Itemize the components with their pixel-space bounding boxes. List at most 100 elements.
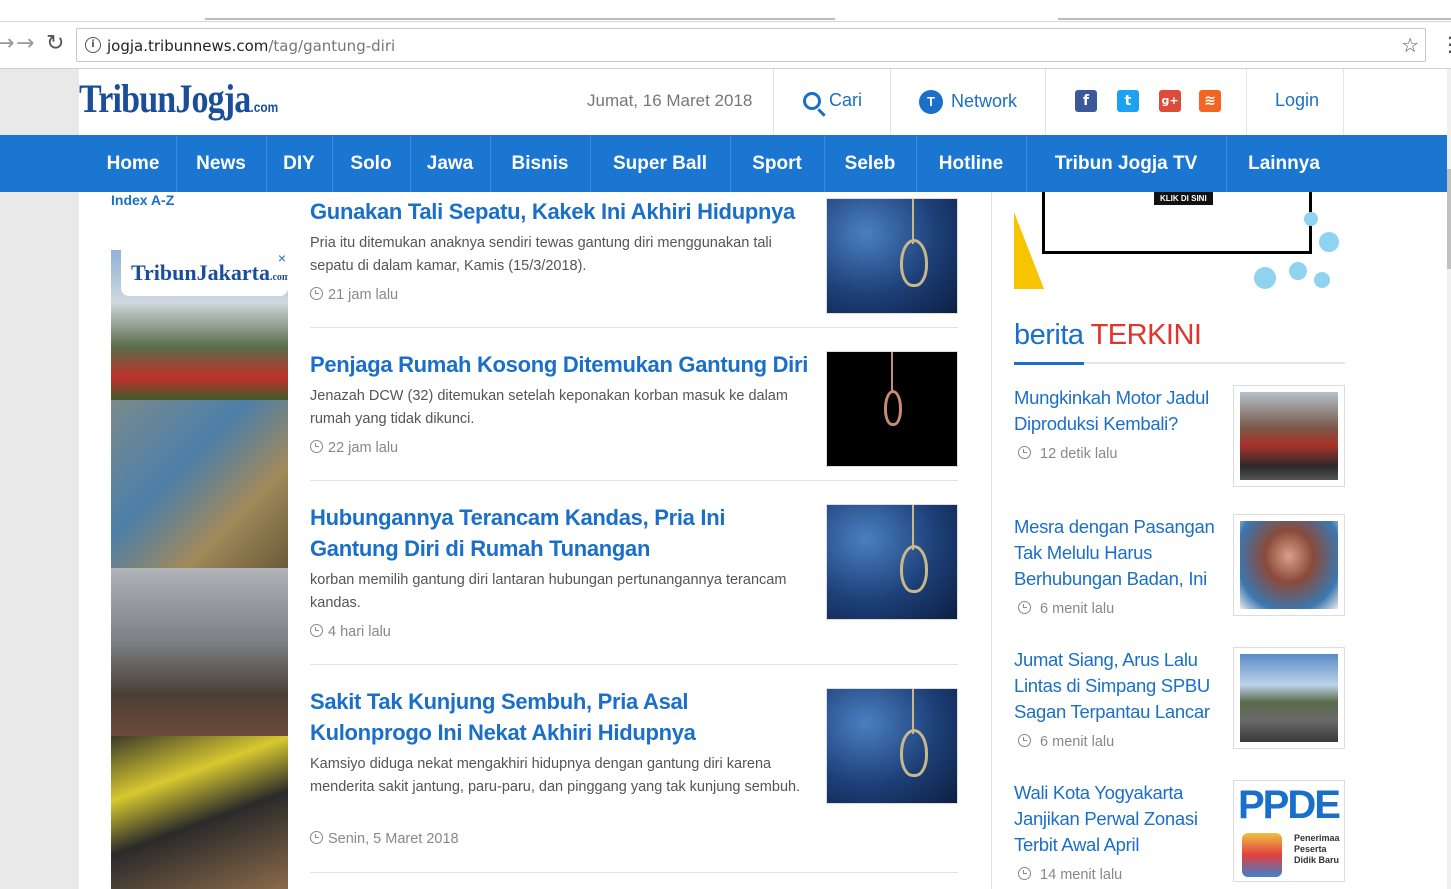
terkini-thumbnail[interactable] <box>1233 647 1345 749</box>
terkini-title[interactable]: Mungkinkah Motor Jadul Diproduksi Kembal… <box>1014 385 1224 437</box>
twitter-icon[interactable]: t <box>1117 90 1139 112</box>
article-item[interactable]: Sakit Tak Kunjung Sembuh, Pria Asal Kulo… <box>310 665 958 873</box>
main-navbar: Home News DIY Solo Jawa Bisnis Super Bal… <box>0 135 1451 192</box>
ad-photo-bridge <box>111 568 288 736</box>
heading-underline <box>1014 362 1345 365</box>
login-button[interactable]: Login <box>1275 90 1319 111</box>
terkini-time: 6 menit lalu <box>1018 601 1114 617</box>
ad-dot <box>1319 232 1339 252</box>
nav-solo[interactable]: Solo <box>332 135 410 192</box>
terkini-title[interactable]: Mesra dengan Pasangan Tak Melulu Harus B… <box>1014 514 1224 592</box>
article-thumbnail[interactable] <box>826 198 958 314</box>
google-plus-icon[interactable]: g+ <box>1159 90 1181 112</box>
page-scrollbar[interactable] <box>1447 69 1451 889</box>
noose-image <box>912 505 914 550</box>
article-item[interactable]: Penjaga Rumah Kosong Ditemukan Gantung D… <box>310 328 958 481</box>
nav-diy[interactable]: DIY <box>266 135 332 192</box>
motorcycle-photo <box>1240 392 1338 480</box>
tribun-network-icon: T <box>919 90 943 114</box>
nav-seleb[interactable]: Seleb <box>824 135 916 192</box>
terkini-item[interactable]: Mesra dengan Pasangan Tak Melulu Harus B… <box>1014 514 1345 634</box>
terkini-item[interactable]: Mungkinkah Motor Jadul Diproduksi Kembal… <box>1014 385 1345 500</box>
clock-icon <box>310 624 323 637</box>
heading-accent <box>1014 362 1084 365</box>
back-icon[interactable]: → <box>0 32 14 56</box>
ad-dot <box>1314 272 1330 288</box>
site-container: TribunJogja.com Jumat, 16 Maret 2018 Car… <box>0 69 1451 889</box>
article-title[interactable]: Penjaga Rumah Kosong Ditemukan Gantung D… <box>310 349 810 380</box>
ppdb-kids-illustration <box>1242 833 1282 877</box>
nav-tribun-jogja-tv[interactable]: Tribun Jogja TV <box>1026 135 1226 192</box>
nav-bisnis[interactable]: Bisnis <box>490 135 590 192</box>
bookmark-star-icon[interactable]: ☆ <box>1401 33 1419 57</box>
browser-toolbar: → → ↻ i jogja.tribunnews.com/tag/gantung… <box>0 22 1451 69</box>
page-viewport: TribunJogja.com Jumat, 16 Maret 2018 Car… <box>0 69 1451 889</box>
ad-klik-label[interactable]: KLIK DI SINI <box>1154 192 1213 205</box>
address-bar[interactable]: i jogja.tribunnews.com/tag/gantung-diri … <box>76 28 1426 62</box>
article-thumbnail[interactable] <box>826 504 958 620</box>
clock-icon <box>1018 601 1031 614</box>
index-az-link[interactable]: Index A-Z <box>111 192 174 208</box>
article-thumbnail[interactable] <box>826 351 958 467</box>
article-time: Senin, 5 Maret 2018 <box>310 831 459 847</box>
ppdb-letters: PPDE <box>1238 783 1341 827</box>
rss-icon[interactable]: ≋ <box>1199 90 1221 112</box>
terkini-item[interactable]: Wali Kota Yogyakarta Janjikan Perwal Zon… <box>1014 780 1345 889</box>
header-date: Jumat, 16 Maret 2018 <box>587 91 753 110</box>
url-text[interactable]: jogja.tribunnews.com/tag/gantung-diri <box>107 37 395 55</box>
article-thumbnail[interactable] <box>826 688 958 804</box>
nav-hotline[interactable]: Hotline <box>916 135 1026 192</box>
terkini-title[interactable]: Wali Kota Yogyakarta Janjikan Perwal Zon… <box>1014 780 1224 858</box>
terkini-thumbnail[interactable] <box>1233 385 1345 487</box>
site-logo[interactable]: TribunJogja.com <box>79 75 278 122</box>
terkini-title[interactable]: Jumat Siang, Arus Lalu Lintas di Simpang… <box>1014 647 1224 725</box>
noose-loop <box>884 390 902 426</box>
search-icon <box>803 92 821 111</box>
nav-super-ball[interactable]: Super Ball <box>590 135 730 192</box>
forward-icon[interactable]: → <box>16 32 34 56</box>
facebook-icon[interactable]: f <box>1075 90 1097 112</box>
nav-home[interactable]: Home <box>90 135 176 192</box>
article-title[interactable]: Hubungannya Terancam Kandas, Pria Ini Ga… <box>310 502 810 564</box>
clock-icon <box>1018 734 1031 747</box>
ad-yellow-shape <box>1014 212 1044 289</box>
noose-loop <box>900 729 928 777</box>
network-button[interactable]: T Network <box>919 90 1017 114</box>
tab-underline <box>1058 18 1451 20</box>
article-title[interactable]: Gunakan Tali Sepatu, Kakek Ini Akhiri Hi… <box>310 196 810 227</box>
noose-image <box>912 689 914 734</box>
couple-photo <box>1240 521 1338 609</box>
ad-dot <box>1254 267 1276 289</box>
nav-lainnya[interactable]: Lainnya <box>1226 135 1342 192</box>
noose-image <box>891 352 893 392</box>
traffic-photo <box>1240 654 1338 742</box>
terkini-time: 6 menit lalu <box>1018 734 1114 750</box>
sidebar-ad-banner[interactable]: KLIK DI SINI <box>1014 192 1345 289</box>
article-item[interactable]: Gunakan Tali Sepatu, Kakek Ini Akhiri Hi… <box>310 192 958 328</box>
reload-icon[interactable]: ↻ <box>46 32 64 56</box>
search-button[interactable]: Cari <box>803 90 862 111</box>
header-divider <box>890 69 891 135</box>
tribunjakarta-ad-banner[interactable]: TribunJakarta.com × <box>111 250 288 889</box>
terkini-item[interactable]: Jumat Siang, Arus Lalu Lintas di Simpang… <box>1014 647 1345 767</box>
noose-image <box>912 199 914 244</box>
nav-news[interactable]: News <box>176 135 266 192</box>
article-description: Kamsiyo diduga nekat mengakhiri hidupnya… <box>310 756 801 795</box>
ad-dot <box>1304 212 1318 226</box>
ppdb-poster: PPDE Penerimaa Peserta Didik Baru <box>1236 783 1342 879</box>
article-item[interactable]: Hubungannya Terancam Kandas, Pria Ini Ga… <box>310 481 958 665</box>
ad-dot <box>1289 262 1307 280</box>
clock-icon <box>1018 867 1031 880</box>
site-info-icon[interactable]: i <box>85 37 101 53</box>
ad-photo-officials <box>111 400 288 568</box>
nav-sport[interactable]: Sport <box>730 135 824 192</box>
terkini-thumbnail[interactable]: PPDE Penerimaa Peserta Didik Baru <box>1233 780 1345 882</box>
site-header: TribunJogja.com Jumat, 16 Maret 2018 Car… <box>79 69 1447 135</box>
nav-jawa[interactable]: Jawa <box>410 135 490 192</box>
browser-menu-icon[interactable]: ⋮ <box>1440 32 1451 56</box>
berita-terkini-heading: berita TERKINI <box>1014 319 1202 351</box>
article-title[interactable]: Sakit Tak Kunjung Sembuh, Pria Asal Kulo… <box>310 686 810 748</box>
scrollbar-thumb[interactable] <box>1447 169 1451 269</box>
ad-close-icon[interactable]: × <box>278 250 286 266</box>
terkini-thumbnail[interactable] <box>1233 514 1345 616</box>
